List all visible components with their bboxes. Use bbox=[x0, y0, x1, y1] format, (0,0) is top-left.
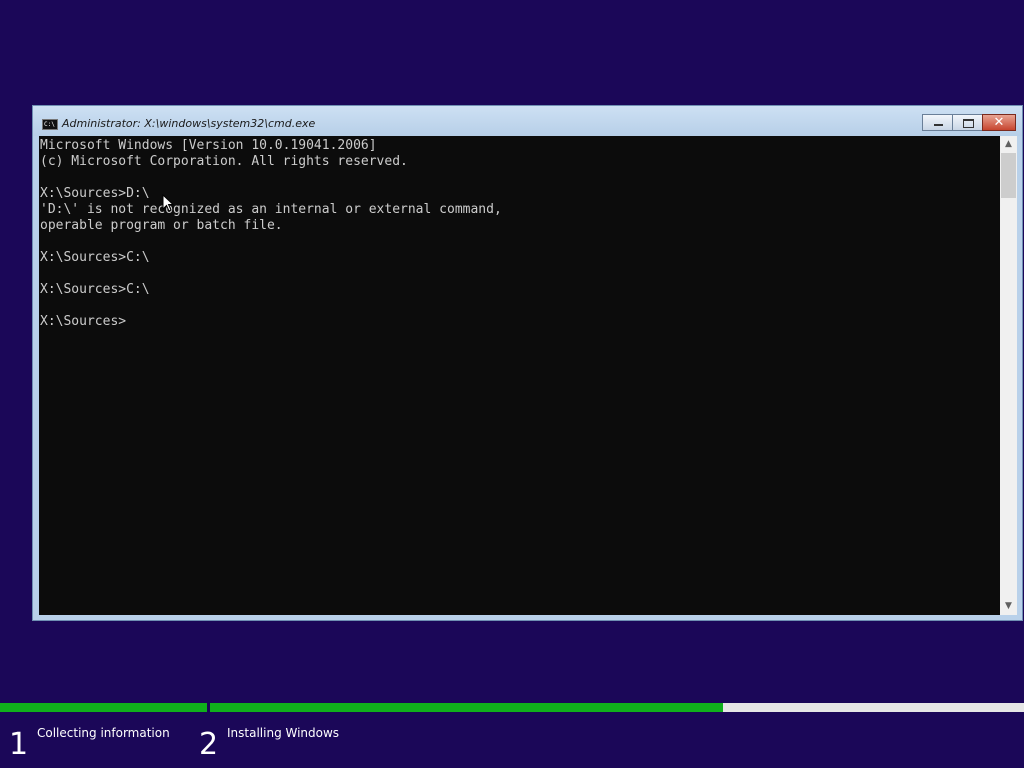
progress-fill-1 bbox=[0, 703, 207, 712]
console-line: X:\Sources>D:\ bbox=[40, 186, 150, 201]
progress-fill-2 bbox=[210, 703, 723, 712]
progress-segment-1 bbox=[0, 703, 207, 712]
scroll-up-icon[interactable]: ▲ bbox=[1000, 136, 1017, 153]
setup-background: C:\ Administrator: X:\windows\system32\c… bbox=[0, 0, 1024, 768]
step-number: 1 bbox=[9, 727, 29, 762]
console-line: X:\Sources>C:\ bbox=[40, 282, 150, 297]
setup-progress-bar bbox=[0, 703, 1024, 712]
console-line: 'D:\' is not recognized as an internal o… bbox=[40, 202, 502, 217]
progress-segment-2 bbox=[210, 703, 1024, 712]
minimize-button[interactable] bbox=[922, 114, 953, 131]
console-line: X:\Sources>C:\ bbox=[40, 250, 150, 265]
console-line: X:\Sources> bbox=[40, 314, 127, 329]
step-number: 2 bbox=[199, 727, 219, 762]
mouse-pointer-icon bbox=[162, 194, 174, 212]
scroll-down-icon[interactable]: ▼ bbox=[1000, 598, 1017, 615]
console-line: (c) Microsoft Corporation. All rights re… bbox=[40, 154, 408, 169]
window-title: Administrator: X:\windows\system32\cmd.e… bbox=[62, 117, 316, 130]
caption-buttons: ✕ bbox=[922, 114, 1016, 133]
close-button[interactable]: ✕ bbox=[982, 114, 1016, 131]
step-label: Installing Windows bbox=[227, 726, 340, 740]
console-icon: C:\ bbox=[42, 119, 58, 130]
console-line: Microsoft Windows [Version 10.0.19041.20… bbox=[40, 138, 377, 153]
window-titlebar[interactable]: C:\ Administrator: X:\windows\system32\c… bbox=[33, 106, 1022, 136]
console-text: Microsoft Windows [Version 10.0.19041.20… bbox=[39, 136, 1000, 330]
close-icon: ✕ bbox=[993, 115, 1005, 130]
console-line: operable program or batch file. bbox=[40, 218, 283, 233]
scrollbar-thumb[interactable] bbox=[1001, 153, 1016, 198]
step-label: Collecting information bbox=[37, 726, 170, 740]
maximize-button[interactable] bbox=[952, 114, 983, 131]
cmd-window[interactable]: C:\ Administrator: X:\windows\system32\c… bbox=[32, 105, 1023, 621]
console-output[interactable]: Microsoft Windows [Version 10.0.19041.20… bbox=[39, 136, 1000, 615]
vertical-scrollbar[interactable]: ▲ ▼ bbox=[1000, 136, 1017, 615]
